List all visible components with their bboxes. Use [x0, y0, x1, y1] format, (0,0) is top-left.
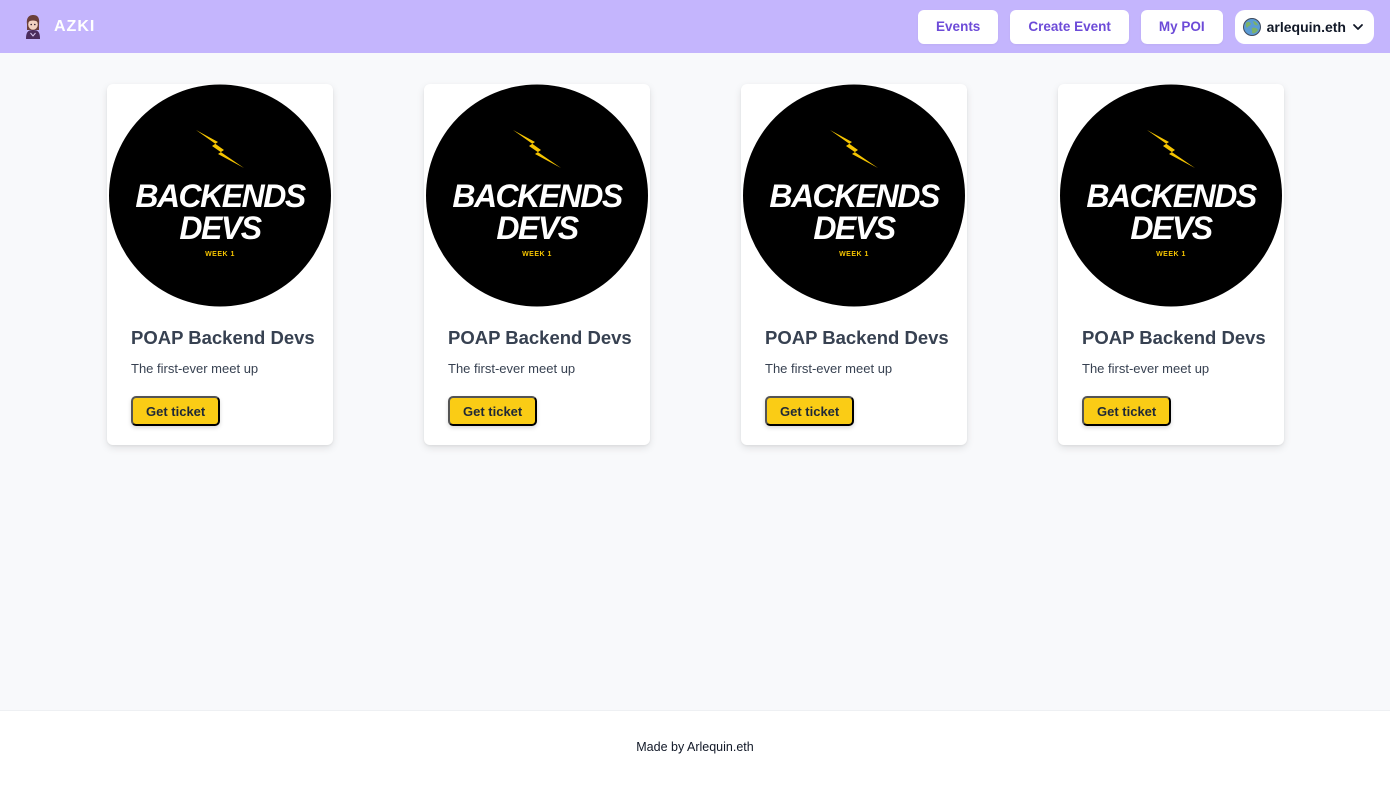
event-card: BACKENDS DEVS WEEK 1 POAP Backend Devs T… — [1058, 84, 1284, 445]
event-card: BACKENDS DEVS WEEK 1 POAP Backend Devs T… — [107, 84, 333, 445]
event-image-headline-2: DEVS — [179, 210, 262, 246]
globe-icon — [1242, 17, 1261, 36]
event-title: POAP Backend Devs — [448, 327, 632, 348]
event-image-headline-2: DEVS — [1130, 210, 1213, 246]
get-ticket-button[interactable]: Get ticket — [131, 396, 221, 426]
top-navbar: AZKI Events Create Event My POI arlequin… — [0, 0, 1390, 53]
event-image-headline-1: BACKENDS — [769, 178, 941, 214]
events-button[interactable]: Events — [918, 9, 999, 44]
event-description: The first-ever meet up — [448, 361, 576, 376]
event-image-subtitle: WEEK 1 — [205, 251, 235, 258]
event-image-subtitle: WEEK 1 — [522, 251, 552, 258]
avatar-icon — [26, 14, 40, 39]
event-image[interactable]: BACKENDS DEVS WEEK 1 — [425, 84, 649, 307]
brand[interactable]: AZKI — [22, 14, 95, 40]
event-description: The first-ever meet up — [765, 361, 893, 376]
event-card-list: BACKENDS DEVS WEEK 1 POAP Backend Devs T… — [107, 84, 1284, 445]
create-event-button[interactable]: Create Event — [1010, 9, 1129, 44]
event-description: The first-ever meet up — [131, 361, 259, 376]
event-image-headline-2: DEVS — [813, 210, 896, 246]
page-footer: Made by Arlequin.eth — [0, 710, 1390, 791]
account-menu-button[interactable]: arlequin.eth — [1234, 9, 1374, 44]
event-image-headline-1: BACKENDS — [452, 178, 624, 214]
get-ticket-button[interactable]: Get ticket — [1082, 396, 1172, 426]
event-image-subtitle: WEEK 1 — [1156, 251, 1186, 258]
event-card: BACKENDS DEVS WEEK 1 POAP Backend Devs T… — [741, 84, 967, 445]
event-description: The first-ever meet up — [1082, 361, 1210, 376]
my-poi-button[interactable]: My POI — [1140, 9, 1223, 44]
brand-name: AZKI — [54, 17, 96, 35]
event-image[interactable]: BACKENDS DEVS WEEK 1 — [108, 84, 332, 307]
event-image-headline-1: BACKENDS — [1086, 178, 1258, 214]
get-ticket-button[interactable]: Get ticket — [448, 396, 538, 426]
main-nav: Events Create Event My POI arlequin.eth — [918, 9, 1374, 44]
event-card: BACKENDS DEVS WEEK 1 POAP Backend Devs T… — [424, 84, 650, 445]
event-image[interactable]: BACKENDS DEVS WEEK 1 — [742, 84, 966, 307]
event-image-headline-2: DEVS — [496, 210, 579, 246]
event-title: POAP Backend Devs — [765, 327, 949, 348]
footer-credit: Made by Arlequin.eth — [636, 740, 754, 754]
chevron-down-icon — [1353, 23, 1363, 30]
event-image-subtitle: WEEK 1 — [839, 251, 869, 258]
get-ticket-button[interactable]: Get ticket — [765, 396, 855, 426]
event-title: POAP Backend Devs — [1082, 327, 1266, 348]
event-image-headline-1: BACKENDS — [135, 178, 307, 214]
event-title: POAP Backend Devs — [131, 327, 315, 348]
event-image[interactable]: BACKENDS DEVS WEEK 1 — [1059, 84, 1283, 307]
account-name: arlequin.eth — [1266, 18, 1346, 35]
